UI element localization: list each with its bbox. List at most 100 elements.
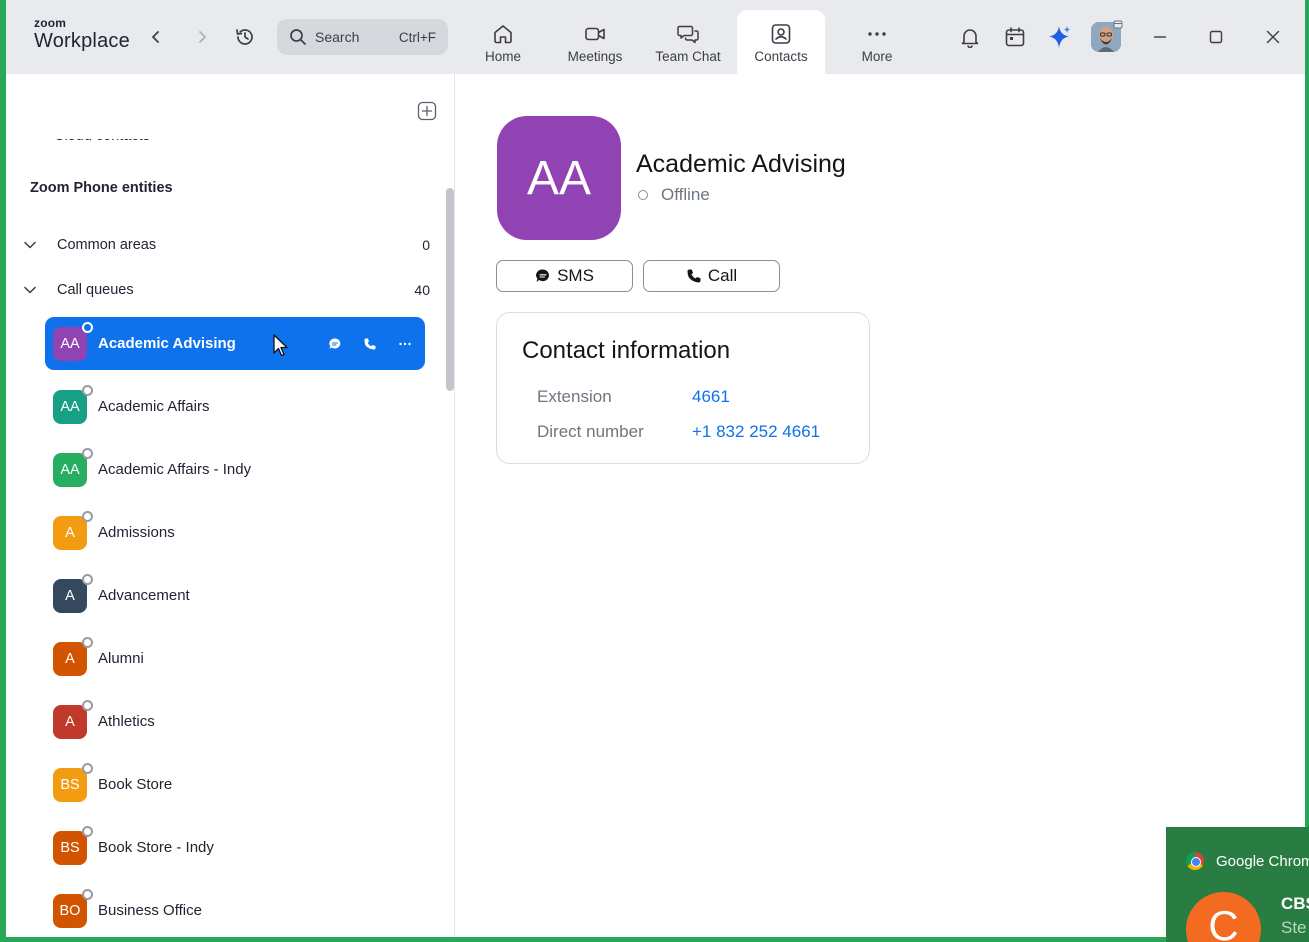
scrollbar-thumb[interactable]: [446, 188, 454, 391]
tab-home[interactable]: Home: [459, 10, 547, 74]
avatar-initials: A: [65, 524, 75, 541]
calendar-icon[interactable]: [1004, 26, 1026, 48]
add-contact-icon[interactable]: [417, 101, 437, 121]
list-item-name: Academic Affairs: [98, 398, 210, 415]
call-button-label: Call: [707, 266, 738, 285]
list-item[interactable]: AA Academic Affairs - Indy: [45, 443, 425, 496]
direct-number-label: Direct number: [537, 422, 644, 441]
search-placeholder: Search: [315, 29, 360, 45]
status-dot: [82, 699, 93, 711]
list-item[interactable]: A Alumni: [45, 632, 425, 685]
list-item-name: Academic Affairs - Indy: [98, 461, 252, 478]
title-bar: zoom Workplace Search Ctrl+F Home Meetin…: [6, 0, 1305, 74]
back-icon[interactable]: [147, 28, 165, 46]
status-dot: [82, 573, 93, 585]
status-dot: [82, 825, 93, 837]
avatar: BS: [53, 762, 93, 802]
contacts-sidebar: Cloud contacts - Zoom Phone entities Com…: [6, 74, 455, 937]
forward-icon[interactable]: [193, 28, 211, 46]
presence-status-label: Offline: [661, 185, 710, 204]
search-icon: [289, 28, 307, 46]
more-options-icon[interactable]: [397, 336, 413, 352]
chrome-logo-icon: [1186, 852, 1204, 870]
minimize-icon[interactable]: [1151, 28, 1169, 46]
presence-status: Offline: [638, 185, 710, 205]
search-shortcut: Ctrl+F: [398, 29, 436, 45]
zoom-workplace-logo: zoom Workplace: [34, 17, 130, 51]
notification-subtitle: Ste: [1281, 918, 1307, 937]
phone-icon: [686, 268, 702, 284]
row-actions: [308, 336, 413, 352]
avatar-initials: BO: [59, 902, 81, 919]
tab-contacts[interactable]: Contacts: [737, 10, 825, 74]
contact-name: Academic Advising: [636, 150, 846, 178]
tab-meetings[interactable]: Meetings: [551, 10, 639, 74]
direct-number-value[interactable]: +1 832 252 4661: [692, 422, 820, 442]
tab-contacts-label: Contacts: [754, 49, 808, 64]
ai-companion-sparkle-icon[interactable]: [1047, 24, 1073, 50]
cloud-contacts-count: -: [419, 128, 424, 144]
group-common-areas[interactable]: Common areas 0: [20, 231, 430, 259]
list-item-name: Business Office: [98, 902, 202, 919]
tab-home-label: Home: [484, 49, 521, 64]
list-item[interactable]: AA Academic Affairs: [45, 380, 425, 433]
contacts-icon: [769, 22, 793, 46]
list-item-name: Book Store - Indy: [98, 839, 214, 856]
avatar-initials: AA: [60, 461, 80, 478]
close-icon[interactable]: [1264, 28, 1282, 46]
avatar: A: [53, 636, 93, 676]
list-item[interactable]: BS Book Store - Indy: [45, 821, 425, 874]
status-dot: [82, 321, 93, 333]
call-button[interactable]: Call: [643, 260, 780, 292]
list-item[interactable]: AA Academic Advising: [45, 317, 425, 370]
sms-button-label: SMS: [557, 266, 594, 285]
avatar: AA: [53, 321, 93, 361]
status-dot: [82, 636, 93, 648]
contact-detail-pane: AA Academic Advising Offline SMS Call Co…: [456, 74, 1305, 937]
group-count: 40: [414, 282, 430, 298]
history-icon[interactable]: [234, 26, 256, 48]
maximize-icon[interactable]: [1207, 28, 1225, 46]
contact-avatar-initials: AA: [526, 151, 592, 205]
tab-team-chat[interactable]: Team Chat: [644, 10, 732, 74]
group-label: Call queues: [57, 282, 134, 298]
sms-button[interactable]: SMS: [496, 260, 633, 292]
avatar-initials: A: [65, 650, 75, 667]
list-item[interactable]: A Advancement: [45, 569, 425, 622]
group-call-queues[interactable]: Call queues 40: [20, 276, 430, 304]
cloud-contacts-row[interactable]: Cloud contacts: [54, 139, 150, 144]
sms-icon[interactable]: [327, 336, 343, 352]
search-box[interactable]: Search Ctrl+F: [277, 19, 448, 55]
tab-meetings-label: Meetings: [567, 49, 623, 64]
chat-bubbles-icon: [676, 22, 700, 46]
avatar: A: [53, 699, 93, 739]
notification-title: CBS: [1281, 894, 1309, 913]
status-dot: [82, 762, 93, 774]
notification-header: Google Chrom: [1186, 852, 1309, 870]
status-dot: [82, 447, 93, 459]
list-item[interactable]: A Athletics: [45, 695, 425, 748]
chevron-down-icon: [22, 282, 38, 298]
sidebar-scrollbar[interactable]: [445, 147, 454, 937]
avatar-initials: A: [65, 587, 75, 604]
avatar-initials: AA: [60, 335, 80, 352]
list-item[interactable]: BO Business Office: [45, 884, 425, 937]
avatar: AA: [53, 447, 93, 487]
extension-label: Extension: [537, 387, 612, 406]
avatar: AA: [53, 384, 93, 424]
list-item-name: Athletics: [98, 713, 155, 730]
avatar: BS: [53, 825, 93, 865]
avatar-initials: BS: [60, 839, 80, 856]
avatar: A: [53, 573, 93, 613]
avatar-initials: AA: [60, 398, 80, 415]
notification-avatar: C: [1186, 892, 1261, 942]
ellipsis-icon: [865, 22, 889, 46]
chrome-notification[interactable]: Google Chrom C CBS Ste: [1166, 827, 1309, 942]
group-count: 0: [422, 237, 430, 253]
tab-more[interactable]: More: [833, 10, 921, 74]
bell-icon[interactable]: [959, 26, 981, 48]
extension-value[interactable]: 4661: [692, 387, 730, 407]
list-item[interactable]: A Admissions: [45, 506, 425, 559]
phone-icon[interactable]: [362, 336, 378, 352]
list-item[interactable]: BS Book Store: [45, 758, 425, 811]
